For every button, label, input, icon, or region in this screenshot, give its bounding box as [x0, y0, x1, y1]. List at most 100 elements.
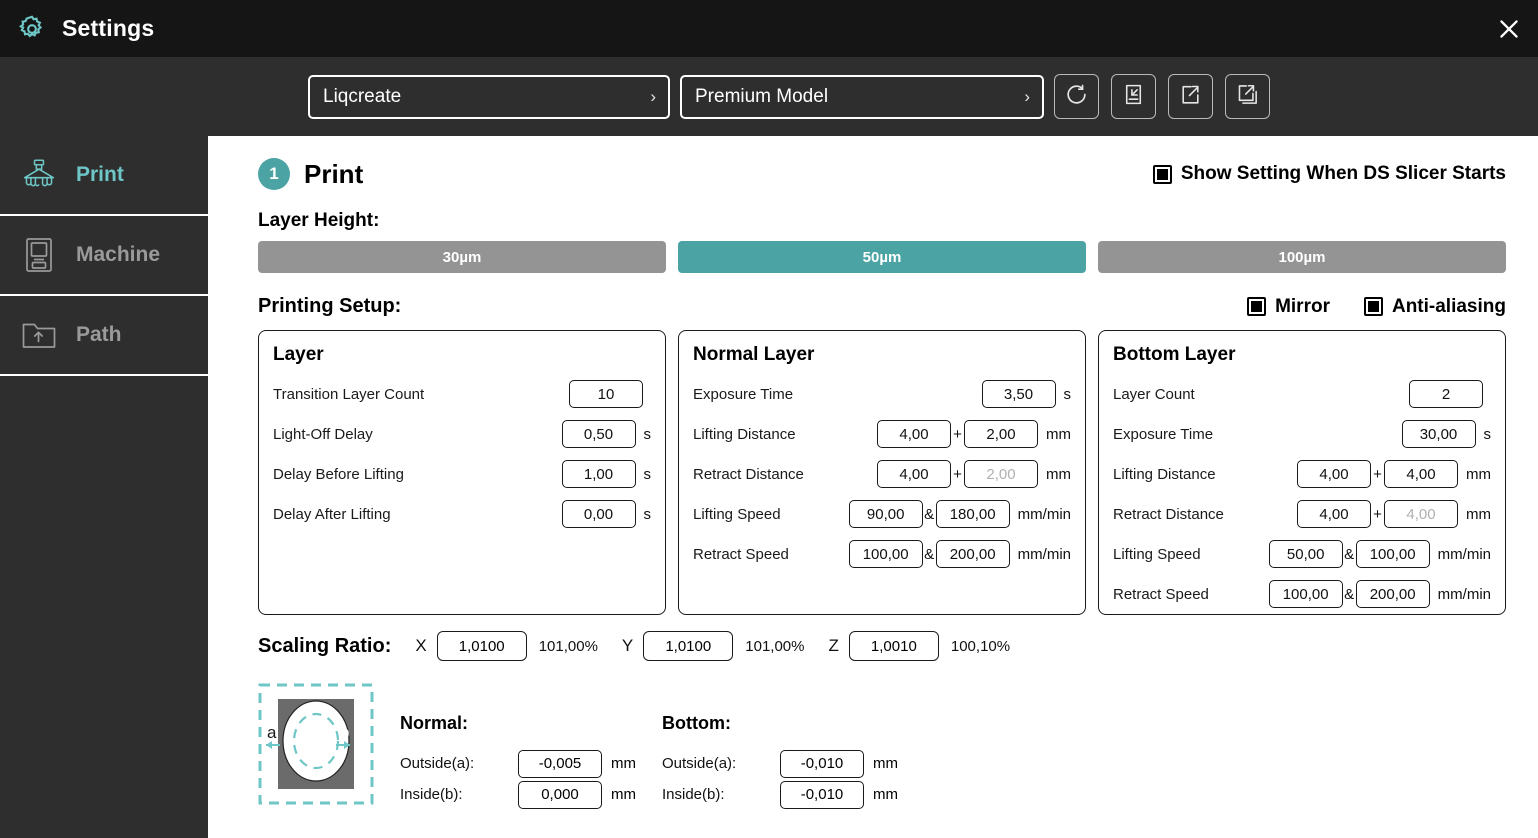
normal-retract-speed-input-1[interactable]: 100,00 [848, 540, 923, 568]
field-operator: & [1344, 585, 1355, 603]
field-unit: mm [1046, 425, 1071, 443]
layer-height-option-30[interactable]: 30µm [258, 241, 666, 273]
layer-height-option-50[interactable]: 50µm [678, 241, 1086, 273]
bottom-lifting-distance-input-1[interactable]: 4,00 [1297, 460, 1371, 488]
scaling-ratio-row: Scaling Ratio: X 1,0100 101,00% Y 1,0100… [258, 631, 1506, 661]
normal-lifting-distance-input-1[interactable]: 4,00 [877, 420, 951, 448]
scaling-ratio-z-input[interactable]: 1,0010 [848, 631, 939, 661]
app-title: Settings [62, 15, 155, 41]
field-row-light-off-delay: Light-Off Delay 0,50 s [273, 414, 651, 454]
field-row-transition-layer-count: Transition Layer Count 10 [273, 374, 651, 414]
bottom-lifting-speed-input-2[interactable]: 100,00 [1355, 540, 1430, 568]
bottom-layer-count-input[interactable]: 2 [1409, 380, 1483, 408]
sidebar-item-print[interactable]: Print [0, 136, 208, 216]
panel-bottom-layer: Bottom Layer Layer Count 2 Exposure Time… [1098, 330, 1506, 615]
compensation-bottom-column: Bottom: Outside(a): -0,010 mm Inside(b):… [662, 683, 898, 810]
compensation-bottom-title: Bottom: [662, 713, 731, 733]
field-unit: s [1063, 385, 1072, 403]
compensation-section: a b Normal: Outside(a): -0,005 mm Inside… [258, 683, 1506, 810]
export-all-button[interactable] [1225, 74, 1270, 119]
delay-after-lifting-input[interactable]: 0,00 [561, 500, 636, 528]
normal-lifting-distance-input-2[interactable]: 2,00 [964, 420, 1038, 448]
svg-text:a: a [267, 723, 277, 742]
bottom-exposure-time-input[interactable]: 30,00 [1401, 420, 1476, 448]
settings-panels: Layer Transition Layer Count 10 Light-Of… [258, 330, 1506, 615]
field-unit: s [643, 465, 652, 483]
bottom-retract-speed-input-1[interactable]: 100,00 [1268, 580, 1343, 608]
normal-lifting-speed-input-1[interactable]: 90,00 [848, 500, 923, 528]
compensation-bottom-outside-row: Outside(a): -0,010 mm [662, 748, 898, 779]
field-unit: s [1483, 425, 1492, 443]
body: Print Machine Path 1 Print Show Setting … [0, 136, 1538, 838]
field-row-normal-retract-speed: Retract Speed 100,00 & 200,00 mm/min [693, 534, 1071, 574]
bottom-inside-compensation-input[interactable]: -0,010 [780, 780, 864, 809]
panel-title: Layer [273, 344, 324, 365]
bottom-retract-distance-input-1[interactable]: 4,00 [1297, 500, 1371, 528]
field-row-delay-after-lifting: Delay After Lifting 0,00 s [273, 494, 651, 534]
field-label: Layer Count [1113, 385, 1195, 403]
import-arrow-into-box-icon [1121, 82, 1146, 112]
scaling-ratio-y-input[interactable]: 1,0100 [643, 631, 734, 661]
normal-inside-compensation-input[interactable]: 0,000 [518, 780, 602, 809]
scaling-ratio-x-input[interactable]: 1,0100 [436, 631, 527, 661]
normal-lifting-speed-input-2[interactable]: 180,00 [935, 500, 1010, 528]
export-all-stacked-boxes-icon [1235, 82, 1260, 112]
field-row-normal-lifting-distance: Lifting Distance 4,00 + 2,00 mm [693, 414, 1071, 454]
field-unit: mm/min [1017, 505, 1071, 523]
field-unit: mm/min [1017, 545, 1071, 563]
normal-outside-compensation-input[interactable]: -0,005 [518, 749, 602, 778]
field-label: Transition Layer Count [273, 385, 425, 403]
normal-retract-speed-input-2[interactable]: 200,00 [935, 540, 1010, 568]
sidebar: Print Machine Path [0, 136, 208, 838]
mirror-checkbox[interactable]: Mirror [1247, 296, 1330, 318]
svg-text:b: b [340, 723, 349, 742]
material-select[interactable]: Liqcreate › [308, 74, 670, 119]
field-operator: & [1344, 545, 1355, 563]
field-operator: + [1373, 505, 1382, 523]
field-unit: mm [873, 786, 898, 803]
field-row-normal-lifting-speed: Lifting Speed 90,00 & 180,00 mm/min [693, 494, 1071, 534]
bottom-lifting-speed-input-1[interactable]: 50,00 [1268, 540, 1343, 568]
field-row-bottom-exposure-time: Exposure Time 30,00 s [1113, 414, 1491, 454]
field-label: Outside(a): [400, 755, 475, 772]
export-button[interactable] [1168, 74, 1213, 119]
import-button[interactable] [1111, 74, 1156, 119]
field-label: Retract Distance [693, 465, 804, 483]
sidebar-item-path[interactable]: Path [0, 296, 208, 376]
normal-exposure-time-input[interactable]: 3,50 [981, 380, 1056, 408]
scaling-ratio-label: Scaling Ratio: [258, 634, 392, 657]
toolbar: Liqcreate › Premium Model › [0, 57, 1538, 136]
transition-layer-count-input[interactable]: 10 [569, 380, 643, 408]
field-label: Delay After Lifting [273, 505, 391, 523]
normal-retract-distance-input-1[interactable]: 4,00 [877, 460, 951, 488]
axis-label-y: Y [621, 636, 634, 655]
scaling-ratio-x-percent: 101,00% [538, 637, 598, 655]
sidebar-item-machine[interactable]: Machine [0, 216, 208, 296]
anti-aliasing-checkbox[interactable]: Anti-aliasing [1363, 296, 1506, 318]
section-header: 1 Print Show Setting When DS Slicer Star… [258, 158, 1506, 190]
layer-height-option-100[interactable]: 100µm [1098, 241, 1506, 273]
printing-setup-header: Printing Setup: Mirror Anti-aliasing [258, 295, 1506, 318]
panel-title: Bottom Layer [1113, 344, 1236, 365]
checkbox-label: Show Setting When DS Slicer Starts [1180, 163, 1506, 184]
panel-layer: Layer Transition Layer Count 10 Light-Of… [258, 330, 666, 615]
delay-before-lifting-input[interactable]: 1,00 [561, 460, 636, 488]
compensation-normal-outside-row: Outside(a): -0,005 mm [400, 748, 636, 779]
close-icon[interactable] [1490, 10, 1528, 48]
field-label: Inside(b): [400, 786, 463, 803]
reset-button[interactable] [1054, 74, 1099, 119]
field-row-bottom-layer-count: Layer Count 2 [1113, 374, 1491, 414]
field-operator: & [924, 545, 935, 563]
model-select-value: Premium Model [695, 85, 829, 107]
field-row-bottom-retract-speed: Retract Speed 100,00 & 200,00 mm/min [1113, 574, 1491, 614]
checkbox-box [1247, 297, 1267, 316]
show-setting-on-start-checkbox[interactable]: Show Setting When DS Slicer Starts [1152, 163, 1506, 185]
field-unit: mm/min [1437, 545, 1491, 563]
light-off-delay-input[interactable]: 0,50 [561, 420, 636, 448]
bottom-outside-compensation-input[interactable]: -0,010 [780, 749, 864, 778]
bottom-lifting-distance-input-2[interactable]: 4,00 [1384, 460, 1458, 488]
bottom-retract-speed-input-2[interactable]: 200,00 [1355, 580, 1430, 608]
field-operator: + [953, 425, 962, 443]
model-select[interactable]: Premium Model › [680, 74, 1044, 119]
checkbox-box [1363, 297, 1383, 316]
